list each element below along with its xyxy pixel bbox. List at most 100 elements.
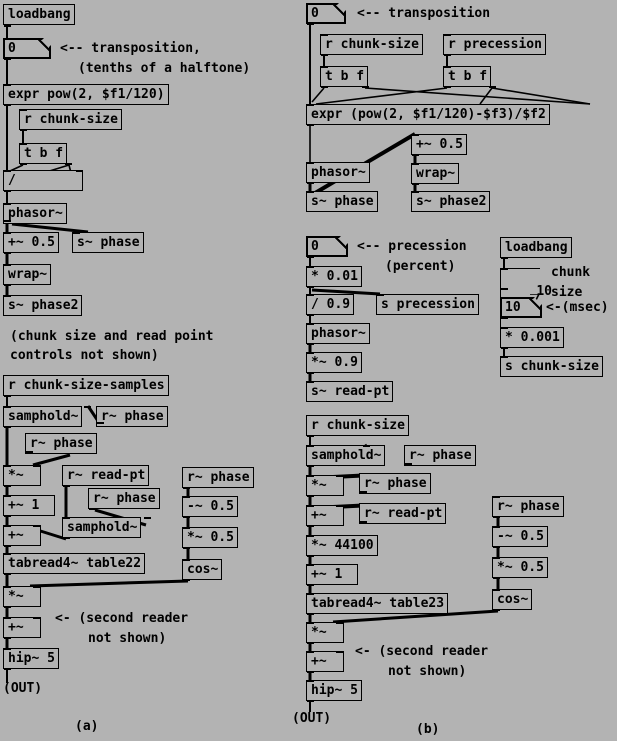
inlet-nub	[4, 648, 11, 650]
object-samphold-b1[interactable]: samphold~	[306, 445, 386, 466]
object-plus-half-a[interactable]: +~ 0.5	[3, 232, 59, 253]
object-s-phase2-b[interactable]: s~ phase2	[411, 191, 491, 212]
object-t-b-f-b-left[interactable]: t b f	[320, 66, 369, 87]
object-cos-b[interactable]: cos~	[492, 589, 533, 610]
inlet-nub	[4, 553, 11, 555]
outlet-nub	[63, 537, 70, 539]
inlet-nub	[144, 517, 151, 519]
object-r-phase-a2[interactable]: r~ phase	[25, 433, 97, 454]
object-times-sig-a2[interactable]: *~	[3, 586, 41, 607]
inlet-nub	[363, 445, 370, 447]
object-times-point01-b[interactable]: * 0.01	[306, 266, 362, 287]
object-plus-sig-a1[interactable]: +~	[3, 525, 41, 546]
object-times-sig-b1[interactable]: *~	[306, 475, 344, 496]
object-r-phase-a3[interactable]: r~ phase	[88, 488, 160, 509]
outlet-nub	[4, 637, 11, 639]
outlet-nub	[489, 86, 496, 88]
inlet-nub	[307, 323, 314, 325]
object-phasor2-b[interactable]: phasor~	[306, 323, 370, 344]
object-times-44100-b[interactable]: *~ 44100	[306, 535, 378, 556]
object-times-sig-point9-b[interactable]: *~ 0.9	[306, 352, 362, 373]
object-cos-a[interactable]: cos~	[182, 559, 223, 580]
object-minus-half-a[interactable]: -~ 0.5	[182, 496, 238, 517]
object-hip-a[interactable]: hip~ 5	[3, 648, 59, 669]
object-loadbang-b[interactable]: loadbang	[500, 237, 572, 258]
object-r-phase-a1[interactable]: r~ phase	[96, 406, 168, 427]
inlet-nub	[4, 586, 11, 588]
object-times-sig-a1[interactable]: *~	[3, 465, 41, 486]
object-tabread4-b[interactable]: tabread4~ table23	[306, 593, 449, 614]
inlet-nub	[4, 232, 11, 234]
object-r-chunk-size-b2[interactable]: r chunk-size	[306, 415, 409, 436]
object-t-b-f-a[interactable]: t b f	[19, 143, 68, 164]
number-box-transposition-a[interactable]: 0	[3, 38, 51, 59]
object-t-b-f-b-right[interactable]: t b f	[443, 66, 492, 87]
number-box-ten-b[interactable]: 10	[500, 297, 542, 318]
inlet-nub	[307, 352, 314, 354]
object-divide-a[interactable]: /	[3, 170, 83, 191]
inlet-nub	[336, 505, 343, 507]
outlet-nub	[307, 700, 314, 702]
object-s-read-pt-b[interactable]: s~ read-pt	[306, 381, 394, 402]
object-s-phase2-a[interactable]: s~ phase2	[3, 295, 83, 316]
object-r-phase-b1[interactable]: r~ phase	[404, 445, 476, 466]
object-s-chunk-size-b[interactable]: s chunk-size	[500, 356, 603, 377]
object-r-read-pt-a[interactable]: r~ read-pt	[62, 465, 150, 486]
object-hip-b[interactable]: hip~ 5	[306, 680, 362, 701]
object-r-phase-a4[interactable]: r~ phase	[182, 467, 254, 488]
object-r-chunk-size-samples-a[interactable]: r chunk-size-samples	[3, 375, 169, 396]
object-r-chunk-size-b[interactable]: r chunk-size	[320, 34, 423, 55]
object-expr-transpose-a[interactable]: expr pow(2, $f1/120)	[3, 84, 169, 105]
object-times-half-a[interactable]: *~ 0.5	[182, 527, 238, 548]
object-times-half-b[interactable]: *~ 0.5	[492, 557, 548, 578]
number-box-transposition-b[interactable]: 0	[306, 3, 346, 24]
object-loadbang-a[interactable]: loadbang	[3, 4, 75, 25]
object-r-chunk-size-a[interactable]: r chunk-size	[19, 109, 122, 130]
object-plus-half-b[interactable]: +~ 0.5	[411, 134, 467, 155]
inlet-nub	[444, 34, 451, 36]
object-r-read-pt-b[interactable]: r~ read-pt	[359, 503, 447, 524]
outlet-nub	[4, 395, 11, 397]
comment-not-shown-a-line1: (chunk size and read point	[10, 329, 214, 344]
number-box-precession-b[interactable]: 0	[306, 236, 348, 257]
object-r-phase-b3[interactable]: r~ phase	[492, 496, 564, 517]
object-wrap-a[interactable]: wrap~	[3, 264, 52, 285]
inlet-nub	[183, 559, 190, 561]
outlet-nub	[444, 54, 451, 56]
object-tabread4-a[interactable]: tabread4~ table22	[3, 553, 146, 574]
comment-precession-b-line2: (percent)	[385, 259, 456, 274]
object-wrap-b[interactable]: wrap~	[411, 163, 460, 184]
object-times-sig-b2[interactable]: *~	[306, 622, 344, 643]
outlet-nub	[4, 606, 11, 608]
inlet-nub	[307, 680, 314, 682]
outlet-nub	[307, 435, 314, 437]
object-plus-one-b[interactable]: +~ 1	[306, 564, 358, 585]
comment-transposition-b: <-- transposition	[357, 6, 491, 21]
object-expr-main-b[interactable]: expr (pow(2, $f1/120)-$f3)/$f2	[306, 104, 550, 125]
object-samphold-a1[interactable]: samphold~	[3, 406, 83, 427]
inlet-nub	[4, 617, 11, 619]
object-phasor-b[interactable]: phasor~	[306, 162, 370, 183]
object-phasor-a[interactable]: phasor~	[3, 203, 67, 224]
inlet-nub	[307, 505, 314, 507]
object-s-phase-a[interactable]: s~ phase	[72, 232, 144, 253]
inlet-nub	[501, 356, 508, 358]
outlet-nub	[493, 516, 500, 518]
outlet-nub	[307, 23, 314, 25]
object-times-point001-b[interactable]: * 0.001	[500, 327, 564, 348]
inlet-nub	[307, 381, 314, 383]
object-s-precession-b[interactable]: s precession	[376, 294, 479, 315]
object-r-phase-b2[interactable]: r~ phase	[359, 473, 431, 494]
object-r-precession-b[interactable]: r precession	[443, 34, 546, 55]
object-plus-sig-a2[interactable]: +~	[3, 617, 41, 638]
comment-transposition-a-line2: (tenths of a halftone)	[78, 61, 251, 76]
object-samphold-a2[interactable]: samphold~	[62, 517, 142, 538]
inlet-nub	[412, 134, 419, 136]
object-divide-point9-b[interactable]: / 0.9	[306, 294, 355, 315]
object-plus-sig-b1[interactable]: +~	[306, 505, 344, 526]
inlet-nub	[493, 496, 500, 498]
object-minus-half-b[interactable]: -~ 0.5	[492, 526, 548, 547]
object-plus-sig-b2[interactable]: +~	[306, 651, 344, 672]
object-plus-one-a[interactable]: +~ 1	[3, 495, 55, 516]
object-s-phase-b[interactable]: s~ phase	[306, 191, 378, 212]
